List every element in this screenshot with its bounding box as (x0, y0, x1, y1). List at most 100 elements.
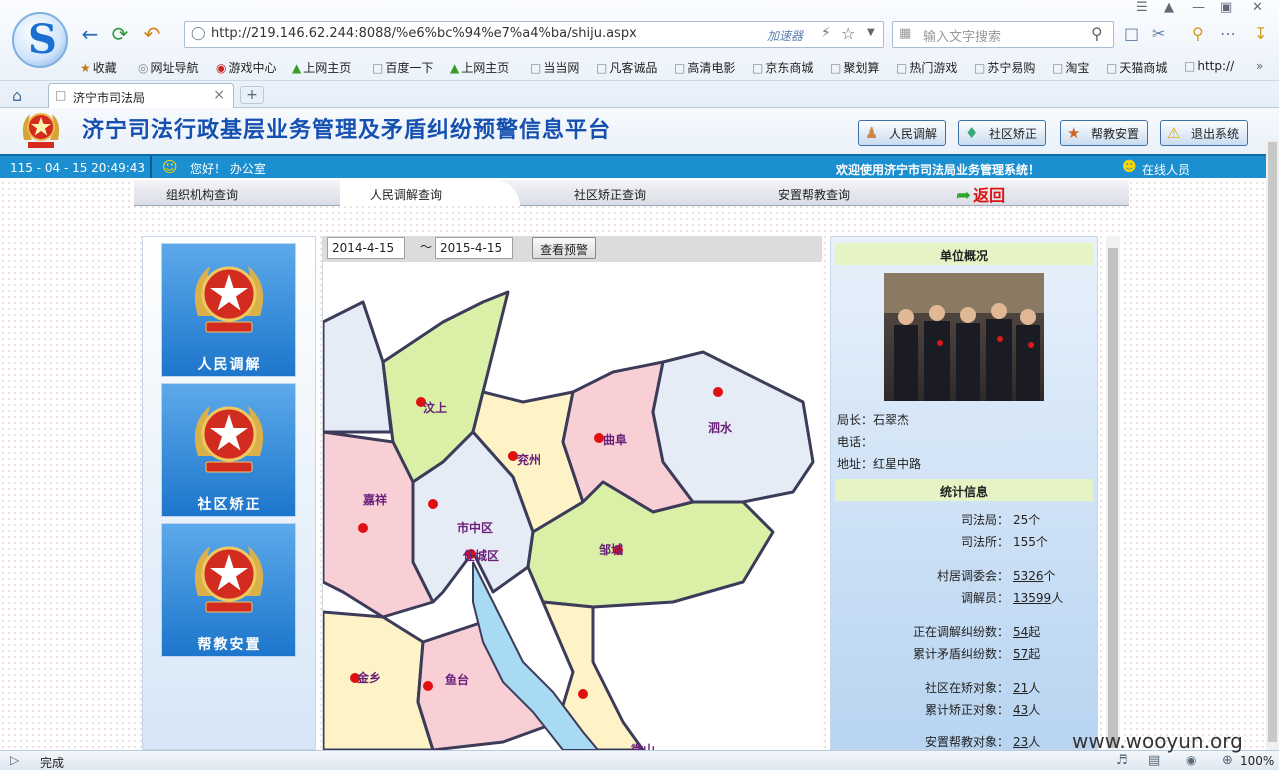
favorite-item[interactable]: □ 凡客诚品 (596, 59, 657, 76)
map-marker[interactable] (713, 387, 723, 397)
map-region-west[interactable] (323, 300, 393, 434)
page-scrollbar[interactable] (1266, 140, 1279, 750)
favorite-item[interactable]: □ 天猫商城 (1106, 59, 1167, 76)
home-icon[interactable]: ⌂ (12, 86, 22, 105)
map-marker[interactable] (428, 499, 438, 509)
more-icon[interactable]: ⋯ (1220, 24, 1236, 43)
key-icon[interactable]: ⚲ (1192, 24, 1204, 43)
tab-correction[interactable]: 社区矫正查询 (574, 186, 646, 203)
maximize-icon[interactable]: ▣ (1220, 0, 1232, 15)
panel-scrollbar[interactable] (1106, 236, 1120, 750)
menu-icon[interactable]: ☰ (1136, 0, 1148, 15)
adblock-icon[interactable]: ◉ (1186, 753, 1196, 767)
search-engine-icon[interactable]: ▦ (899, 26, 911, 41)
stat-label: 累计矛盾纠纷数： (912, 647, 1009, 661)
minimize-icon[interactable]: — (1192, 0, 1205, 15)
tab-resettlement[interactable]: 安置帮教查询 (778, 186, 850, 203)
online-users-link[interactable]: 在线人员 (1142, 161, 1190, 178)
page-icon: □ (1052, 61, 1064, 75)
new-tab-button[interactable]: + (240, 86, 264, 104)
address-bar[interactable]: ◯ http://219.146.62.244:8088/%e6%bc%94%e… (184, 21, 884, 48)
close-window-icon[interactable]: ✕ (1252, 0, 1263, 15)
tab-organization[interactable]: 组织机构查询 (166, 186, 238, 203)
chevron-right-icon[interactable]: » (1256, 59, 1263, 73)
lightning-icon[interactable]: ⚡ (821, 25, 831, 41)
download-icon[interactable]: ↧ (1254, 24, 1267, 43)
favorite-item[interactable]: ★ 收藏 (80, 59, 117, 76)
favorite-item[interactable]: □ 百度一下 (372, 59, 433, 76)
smiley-icon: ☺ (162, 158, 178, 176)
stat-label: 司法局： (960, 513, 1009, 527)
favorite-item[interactable]: □ http:// (1184, 59, 1234, 73)
mediation-button[interactable]: ♟ 人民调解 (858, 120, 947, 146)
stat-link[interactable]: 13599 (1013, 591, 1051, 605)
stat-label: 司法所： (960, 535, 1009, 549)
undo-icon[interactable]: ↶ (140, 22, 164, 46)
scrollbar-thumb[interactable] (1268, 142, 1277, 742)
favorite-item[interactable]: ◉ 游戏中心 (216, 59, 277, 76)
favorite-item[interactable]: ▲ 上网主页 (292, 59, 351, 76)
dropdown-icon[interactable]: ▼ (867, 27, 875, 38)
watermark: www.wooyun.org (1072, 729, 1243, 753)
tab-mediation[interactable]: 人民调解查询 (370, 186, 442, 203)
left-resettlement-button[interactable]: 帮教安置 (161, 523, 296, 657)
zoom-icon[interactable]: ⊕ (1222, 753, 1233, 768)
accelerator-label[interactable]: 加速器 (767, 27, 803, 44)
browser-tab[interactable]: □ 济宁市司法局 × (48, 83, 234, 109)
left-mediation-button[interactable]: 人民调解 (161, 243, 296, 377)
police-emblem-icon (194, 406, 264, 473)
community-correction-button[interactable]: ♦ 社区矫正 (958, 120, 1047, 146)
extension-icon[interactable]: □ (1124, 24, 1139, 43)
star-icon[interactable]: ☆ (841, 24, 855, 43)
back-button[interactable]: ➦ 返回 (956, 182, 1005, 206)
region-label: 任城区 (462, 548, 499, 563)
favorite-item[interactable]: □ 苏宁易购 (974, 59, 1035, 76)
globe-icon: ◎ (138, 61, 149, 75)
stat-link[interactable]: 23 (1013, 735, 1028, 749)
resettlement-button[interactable]: ★ 帮教安置 (1060, 120, 1149, 146)
favorite-item[interactable]: □ 当当网 (530, 59, 579, 76)
search-icon[interactable]: ⚲ (1091, 24, 1103, 43)
scrollbar-thumb[interactable] (1108, 248, 1118, 748)
stat-value: 43人 (1013, 703, 1041, 717)
sidebar-toggle-icon[interactable]: ▷ (10, 753, 19, 767)
scissors-icon[interactable]: ✂ (1152, 24, 1165, 43)
stat-link[interactable]: 5326 (1013, 569, 1044, 583)
url-text[interactable]: http://219.146.62.244:8088/%e6%bc%94%e7%… (211, 26, 637, 41)
favorite-item[interactable]: ▲ 上网主页 (450, 59, 509, 76)
stat-link[interactable]: 43 (1013, 703, 1028, 717)
refresh-icon[interactable]: ⟳ (108, 22, 132, 46)
favorite-item[interactable]: ◎ 网址导航 (138, 59, 199, 76)
page-icon: □ (372, 61, 384, 75)
favorite-item[interactable]: □ 高清电影 (674, 59, 735, 76)
favorite-item[interactable]: □ 聚划算 (830, 59, 879, 76)
stat-link[interactable]: 21 (1013, 681, 1028, 695)
page-icon: □ (530, 61, 542, 75)
map-marker[interactable] (578, 689, 588, 699)
stat-link[interactable]: 54 (1013, 625, 1028, 639)
map-marker[interactable] (423, 681, 433, 691)
back-arrow-icon[interactable]: ← (78, 22, 102, 46)
search-box[interactable]: ▦ 输入文字搜索 ⚲ (892, 21, 1114, 48)
map-marker[interactable] (358, 523, 368, 533)
volume-icon[interactable]: ♬ (1116, 753, 1128, 768)
favorite-item[interactable]: □ 淘宝 (1052, 59, 1089, 76)
zoom-level[interactable]: 100% (1240, 754, 1274, 768)
map-region-sishui[interactable] (651, 350, 815, 504)
view-warning-button[interactable]: 查看预警 (532, 237, 597, 259)
download-manager-icon[interactable]: ▤ (1148, 753, 1160, 768)
skin-icon[interactable]: ▲ (1164, 0, 1174, 15)
favorite-item[interactable]: □ 京东商城 (752, 59, 813, 76)
hao-icon: ▲ (450, 61, 460, 75)
search-placeholder[interactable]: 输入文字搜索 (923, 26, 1001, 45)
stat-link[interactable]: 57 (1013, 647, 1028, 661)
favorite-item[interactable]: □ 热门游戏 (896, 59, 957, 76)
close-tab-icon[interactable]: × (213, 87, 225, 103)
start-date-input[interactable]: 2014-4-15 (327, 237, 405, 259)
end-date-input[interactable]: 2015-4-15 (435, 237, 513, 259)
stat-value: 25个 (1013, 513, 1041, 527)
left-menu: 人民调解 社区矫正 帮教安置 (142, 236, 316, 750)
left-correction-button[interactable]: 社区矫正 (161, 383, 296, 517)
stat-value: 57起 (1013, 647, 1041, 661)
logout-button[interactable]: ⚠ 退出系统 (1160, 120, 1249, 146)
